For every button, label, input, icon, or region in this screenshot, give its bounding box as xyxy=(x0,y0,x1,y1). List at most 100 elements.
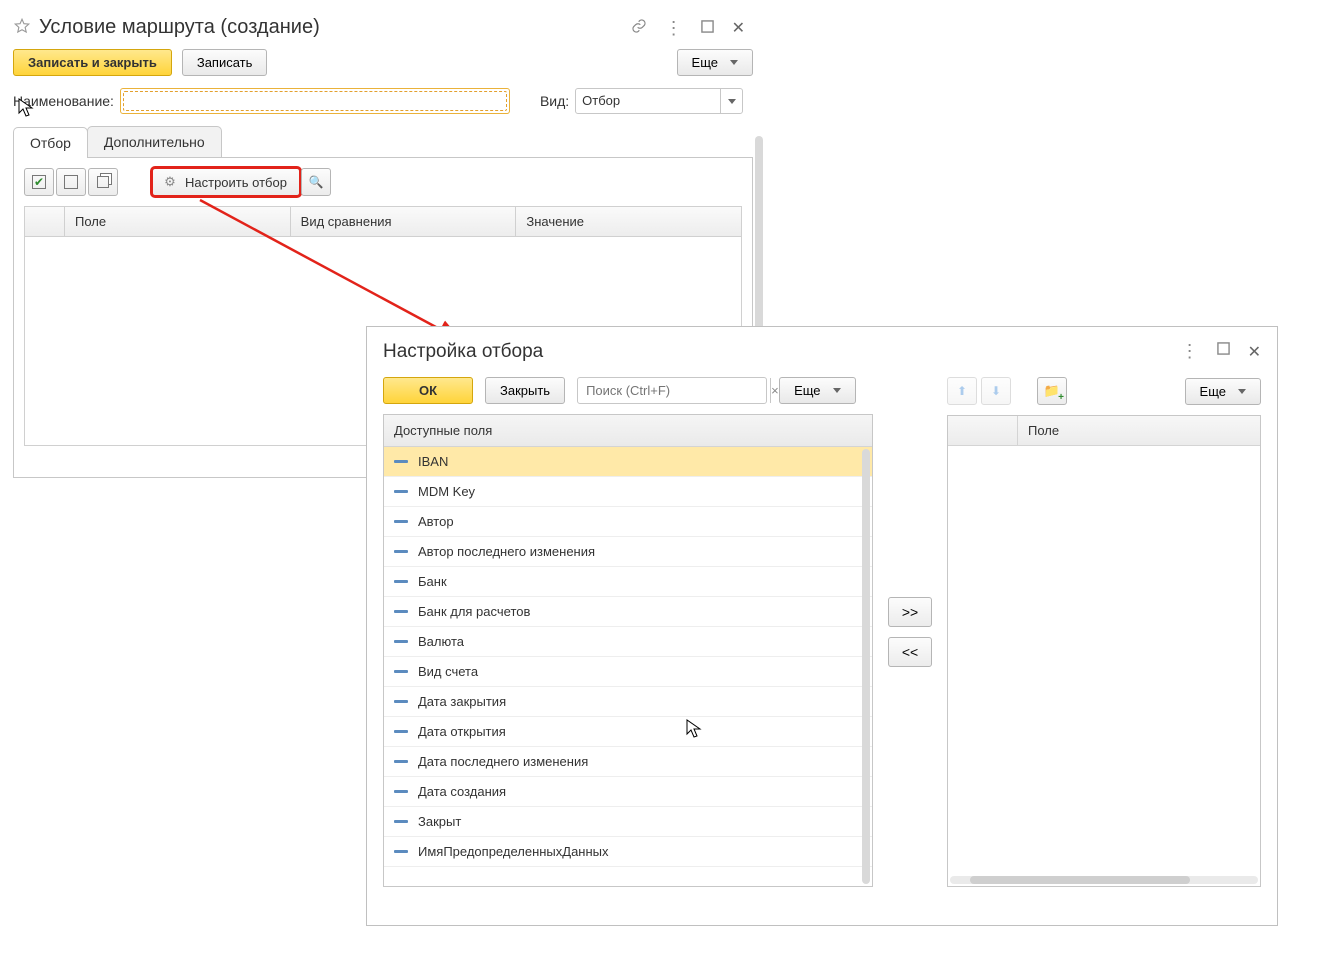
grid-col-compare: Вид сравнения xyxy=(291,207,517,236)
listbox-scrollbar[interactable] xyxy=(862,449,870,884)
selected-fields-header: Поле xyxy=(948,416,1260,446)
left-more-button[interactable]: Еще xyxy=(779,377,855,404)
form-row-name: Наименование: Вид: Отбор xyxy=(13,88,753,114)
field-dash-icon xyxy=(394,850,408,853)
list-item[interactable]: IBAN xyxy=(384,447,872,477)
list-item[interactable]: Валюта xyxy=(384,627,872,657)
clear-search-icon[interactable]: × xyxy=(770,378,779,403)
list-item[interactable]: Банк для расчетов xyxy=(384,597,872,627)
save-button[interactable]: Записать xyxy=(182,49,268,76)
add-folder-icon[interactable] xyxy=(1037,377,1067,405)
field-dash-icon xyxy=(394,640,408,643)
configure-filter-button[interactable]: Настроить отбор xyxy=(152,168,300,196)
list-item-label: Автор последнего изменения xyxy=(418,544,595,559)
available-fields-listbox: Доступные поля IBANMDM KeyАвторАвтор пос… xyxy=(383,414,873,887)
list-item[interactable]: MDM Key xyxy=(384,477,872,507)
right-pane: Еще Поле xyxy=(947,377,1261,887)
tabs: Отбор Дополнительно xyxy=(13,126,753,158)
field-dash-icon xyxy=(394,790,408,793)
list-item[interactable]: Закрыт xyxy=(384,807,872,837)
name-input-wrap xyxy=(120,88,510,114)
kind-label: Вид: xyxy=(540,93,569,109)
dialog-panes: ОК Закрыть × Еще Доступные поля IBANMDM … xyxy=(383,377,1261,887)
list-item[interactable]: Дата создания xyxy=(384,777,872,807)
search-input-wrap: × xyxy=(577,377,767,404)
field-dash-icon xyxy=(394,760,408,763)
field-dash-icon xyxy=(394,580,408,583)
close-icon[interactable]: ✕ xyxy=(732,18,745,38)
dropdown-icon[interactable] xyxy=(720,89,742,113)
selected-col-checkbox xyxy=(948,416,1018,445)
dialog-title-icons: ⋮ ✕ xyxy=(1181,342,1261,362)
list-item[interactable]: Дата закрытия xyxy=(384,687,872,717)
maximize-icon[interactable] xyxy=(1217,342,1230,362)
selected-fields-list: Поле xyxy=(947,415,1261,887)
search-input[interactable] xyxy=(578,378,770,403)
move-down-icon xyxy=(981,377,1011,405)
list-item-label: Банк для расчетов xyxy=(418,604,530,619)
list-item-label: MDM Key xyxy=(418,484,475,499)
move-right-button[interactable]: >> xyxy=(888,597,932,627)
field-dash-icon xyxy=(394,820,408,823)
list-item-label: Банк xyxy=(418,574,447,589)
name-label: Наименование: xyxy=(13,93,114,109)
window-title: Условие маршрута (создание) xyxy=(39,16,623,39)
tab-additional[interactable]: Дополнительно xyxy=(87,126,222,157)
filter-toolbar: Настроить отбор xyxy=(24,168,742,196)
field-dash-icon xyxy=(394,670,408,673)
check-all-icon[interactable] xyxy=(24,168,54,196)
kind-select[interactable]: Отбор xyxy=(575,88,743,114)
link-icon[interactable] xyxy=(631,18,647,37)
toolbar: Записать и закрыть Записать Еще xyxy=(13,49,753,76)
save-and-close-button[interactable]: Записать и закрыть xyxy=(13,49,172,76)
list-item-label: ИмяПредопределенныхДанных xyxy=(418,844,609,859)
list-item[interactable]: Автор последнего изменения xyxy=(384,537,872,567)
field-dash-icon xyxy=(394,550,408,553)
grid-header: Поле Вид сравнения Значение xyxy=(25,207,741,237)
name-input[interactable] xyxy=(123,91,507,111)
move-up-icon xyxy=(947,377,977,405)
tab-filter[interactable]: Отбор xyxy=(13,127,88,158)
list-item-label: Дата открытия xyxy=(418,724,506,739)
selected-fields-body xyxy=(948,446,1260,882)
list-item-label: Автор xyxy=(418,514,454,529)
selected-col-field: Поле xyxy=(1018,416,1260,445)
uncheck-icon[interactable] xyxy=(56,168,86,196)
field-dash-icon xyxy=(394,700,408,703)
close-button[interactable]: Закрыть xyxy=(485,377,565,404)
field-dash-icon xyxy=(394,730,408,733)
list-item[interactable]: ИмяПредопределенныхДанных xyxy=(384,837,872,867)
search-icon-button[interactable] xyxy=(301,168,331,196)
close-icon[interactable]: ✕ xyxy=(1248,342,1261,362)
filter-settings-dialog: Настройка отбора ⋮ ✕ ОК Закрыть × Еще xyxy=(366,326,1278,926)
field-dash-icon xyxy=(394,610,408,613)
gear-icon xyxy=(161,173,179,191)
dialog-title: Настройка отбора xyxy=(383,341,1181,363)
list-item[interactable]: Вид счета xyxy=(384,657,872,687)
left-pane: ОК Закрыть × Еще Доступные поля IBANMDM … xyxy=(383,377,873,887)
more-button[interactable]: Еще xyxy=(677,49,753,76)
favorite-star-icon[interactable] xyxy=(13,17,31,38)
list-item[interactable]: Банк xyxy=(384,567,872,597)
field-dash-icon xyxy=(394,520,408,523)
title-icons: ⋮ ✕ xyxy=(631,18,753,38)
right-more-button[interactable]: Еще xyxy=(1185,378,1261,405)
available-fields-rows: IBAN MDM Key Автор Автор последнего изменен… xyxy=(384,447,872,884)
dialog-titlebar: Настройка отбора ⋮ ✕ xyxy=(383,341,1261,363)
horizontal-scrollbar[interactable] xyxy=(950,876,1258,884)
list-item-label: Закрыт xyxy=(418,814,461,829)
field-dash-icon xyxy=(394,460,408,463)
kind-value: Отбор xyxy=(576,89,720,113)
list-item-label: Дата создания xyxy=(418,784,506,799)
cascade-icon[interactable] xyxy=(88,168,118,196)
list-item[interactable]: Дата открытия xyxy=(384,717,872,747)
move-left-button[interactable]: << xyxy=(888,637,932,667)
ok-button[interactable]: ОК xyxy=(383,377,473,404)
maximize-icon[interactable] xyxy=(701,20,714,36)
kebab-menu-icon[interactable]: ⋮ xyxy=(1181,342,1199,362)
move-buttons-pane: >> << xyxy=(885,377,935,887)
list-item[interactable]: Дата последнего изменения xyxy=(384,747,872,777)
list-item[interactable]: Автор xyxy=(384,507,872,537)
kebab-menu-icon[interactable]: ⋮ xyxy=(665,19,683,37)
grid-col-field: Поле xyxy=(65,207,291,236)
